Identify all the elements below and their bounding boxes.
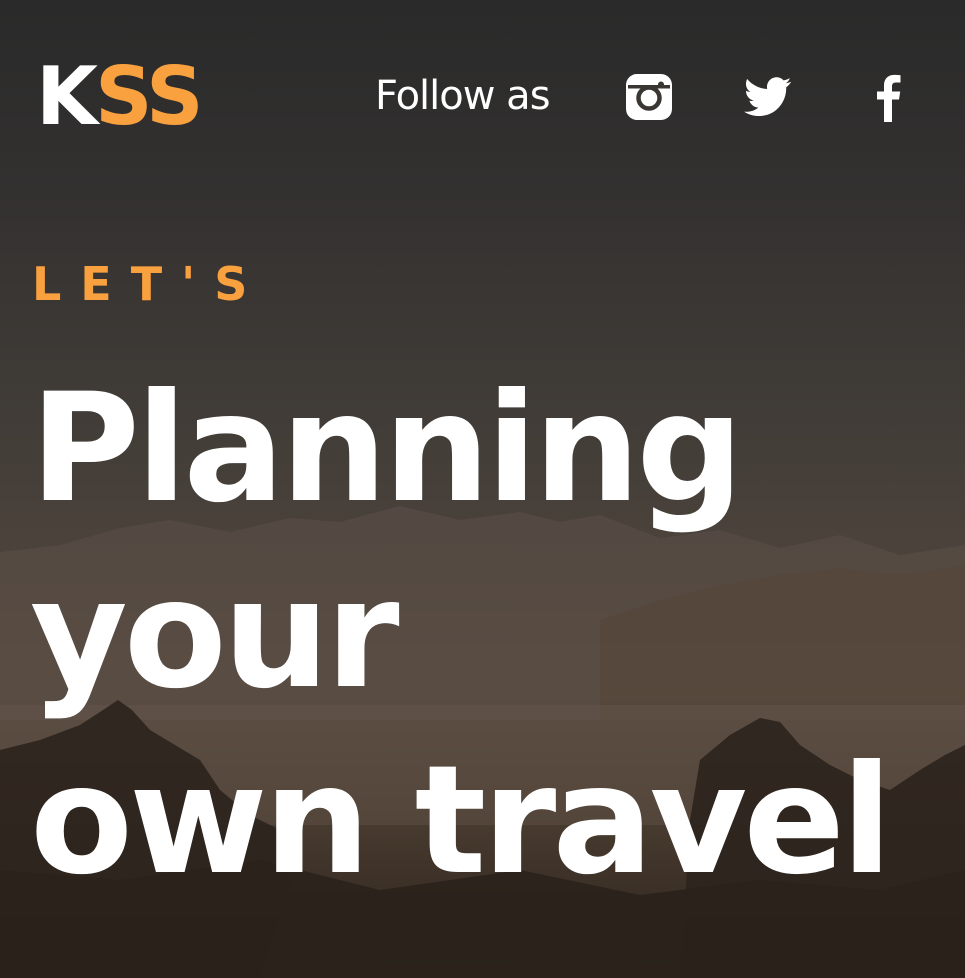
logo-letters-ss: SS (95, 50, 204, 143)
instagram-link[interactable] (624, 72, 674, 122)
headline-line-1: Planning (30, 362, 744, 536)
follow-label: Follow as (375, 73, 551, 119)
facebook-icon (877, 74, 901, 122)
brand-logo[interactable]: KSS (36, 50, 204, 143)
facebook-link[interactable] (862, 72, 912, 122)
hero-headline: Planning your own travel (30, 356, 892, 914)
headline-line-2: your (30, 548, 400, 722)
hero-section: KSS Follow as LET'S Planning your own tr… (0, 0, 965, 978)
twitter-link[interactable] (743, 72, 793, 122)
hero-eyebrow: LET'S (32, 257, 267, 311)
twitter-icon (744, 77, 792, 116)
headline-line-3: own travel (30, 734, 892, 908)
logo-letter-k: K (36, 50, 98, 143)
instagram-icon (626, 74, 672, 120)
